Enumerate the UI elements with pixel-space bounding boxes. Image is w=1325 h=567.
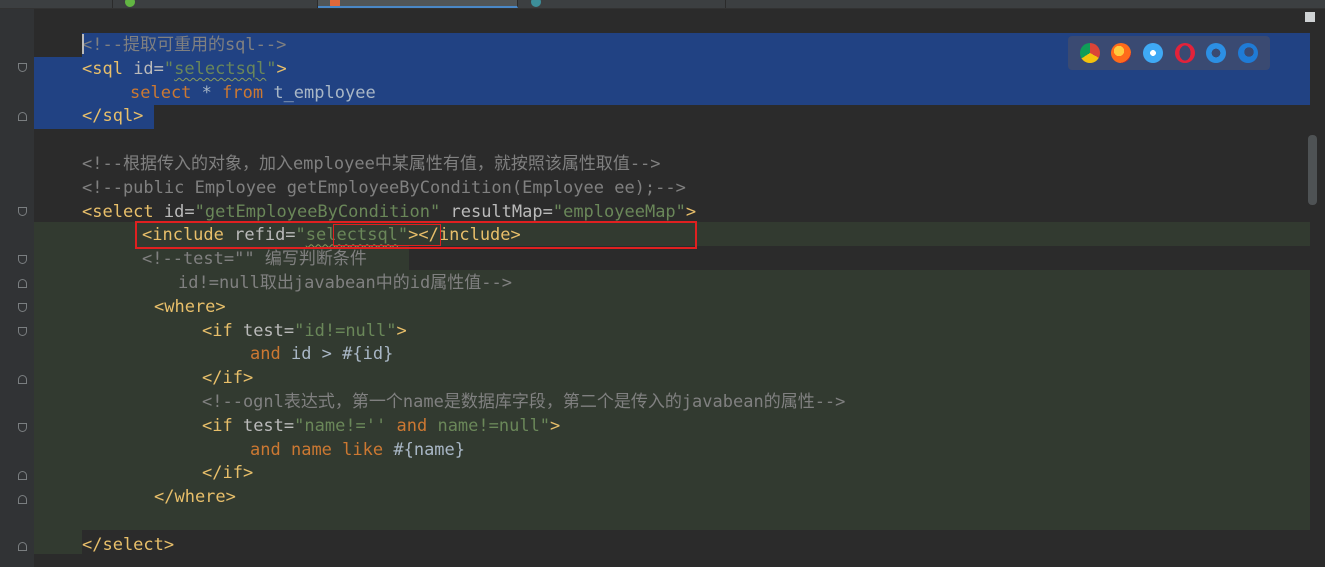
code-token: "employeeMap" (552, 201, 686, 222)
code-token: resultMap= (440, 201, 553, 222)
code-line[interactable]: <!--test="" 编写判断条件 (142, 247, 367, 271)
editor-tab-2[interactable] (113, 0, 318, 8)
code-token: <if (202, 320, 243, 341)
code-token: like (342, 439, 384, 460)
scrollbar-thumb[interactable] (1308, 135, 1317, 205)
code-token: " (266, 58, 277, 79)
code-line[interactable]: <sql id="selectsql"> (82, 57, 287, 81)
fold-marker-icon[interactable] (18, 495, 27, 504)
highlight-box-inner (333, 224, 441, 246)
code-line[interactable]: <select id="getEmployeeByCondition" resu… (82, 200, 696, 224)
code-token: "name!='' (294, 415, 397, 436)
safari-icon[interactable] (1143, 43, 1164, 63)
fold-marker-icon[interactable] (18, 542, 27, 551)
code-token: selectsql (174, 58, 267, 79)
code-line[interactable]: </where> (154, 485, 236, 509)
chrome-icon[interactable] (1079, 43, 1100, 63)
code-token: * (191, 82, 223, 103)
code-token: > (550, 415, 561, 436)
code-line[interactable]: <!--ognl表达式，第一个name是数据库字段，第二个是传入的javabea… (202, 390, 845, 414)
code-token: and (396, 415, 428, 436)
code-line[interactable]: <if test="id!=null"> (202, 319, 407, 343)
code-token: </sql> (82, 106, 144, 127)
fold-marker-icon[interactable] (18, 471, 27, 480)
firefox-icon[interactable] (1111, 43, 1132, 63)
code-token: " (163, 58, 175, 79)
code-token: > (276, 58, 287, 79)
code-line[interactable]: <if test="name!='' and name!=null"> (202, 414, 560, 438)
code-token: name!=null" (427, 415, 551, 436)
fold-marker-icon[interactable] (18, 423, 27, 432)
code-token: <!--test="" 编写判断条件 (142, 249, 367, 270)
fold-marker-icon[interactable] (18, 63, 27, 72)
code-token: and (250, 439, 281, 460)
code-line[interactable]: <!--提取可重用的sql--> (82, 33, 286, 57)
edge-icon[interactable] (1238, 43, 1259, 63)
code-token: > (396, 320, 407, 341)
code-token: <!--public Employee getEmployeeByConditi… (82, 177, 686, 198)
scope-highlight (34, 530, 82, 554)
xml-file-icon (330, 0, 340, 6)
code-token: and (250, 344, 281, 365)
fold-marker-icon[interactable] (18, 279, 27, 288)
fold-marker-icon[interactable] (18, 255, 27, 264)
editor-tab-4[interactable] (519, 0, 726, 8)
code-token: id= (163, 201, 195, 222)
code-token: "id!=null" (294, 320, 397, 341)
code-token: name (290, 439, 332, 460)
code-line[interactable]: </sql> (82, 104, 143, 128)
code-line[interactable]: </if> (202, 366, 253, 390)
code-token: <select (82, 201, 164, 222)
code-line[interactable]: <!--根据传入的对象，加入employee中某属性有值，就按照该属性取值--> (82, 152, 661, 176)
fold-marker-icon[interactable] (18, 303, 27, 312)
editor-tab-1[interactable] (0, 0, 113, 8)
fold-marker-icon[interactable] (18, 112, 27, 121)
code-line[interactable]: <!--public Employee getEmployeeByConditi… (82, 176, 686, 200)
code-token: </select> (82, 534, 175, 555)
code-token: from (222, 82, 264, 103)
file-icon (531, 0, 541, 7)
fold-marker-icon[interactable] (18, 207, 27, 216)
editor-gutter (0, 9, 34, 567)
code-line[interactable]: </if> (202, 461, 253, 485)
code-line[interactable]: </select> (82, 533, 174, 557)
fold-marker-icon[interactable] (18, 327, 27, 336)
fold-marker-icon[interactable] (18, 375, 27, 384)
code-token: #{name} (383, 439, 466, 460)
code-token: id= (133, 58, 164, 79)
code-line[interactable]: and name like #{name} (250, 438, 465, 462)
code-token: <where> (154, 296, 226, 317)
code-line[interactable]: select * from t_employee (130, 81, 376, 105)
code-token: test= (242, 320, 295, 341)
code-token: select (130, 82, 192, 103)
code-token: <!--根据传入的对象，加入employee中某属性有值，就按照该属性取值--> (82, 154, 661, 174)
text-caret (82, 34, 84, 54)
code-line[interactable]: and id > #{id} (250, 342, 393, 366)
code-line[interactable]: id!=null取出javabean中的id属性值--> (178, 271, 512, 295)
code-token: id!=null取出javabean中的id属性值--> (178, 273, 512, 293)
ie-icon[interactable] (1206, 43, 1227, 63)
code-token: <if (202, 415, 243, 436)
code-token: t_employee (263, 82, 376, 103)
inspection-status-icon[interactable] (1305, 12, 1315, 22)
vertical-scrollbar[interactable] (1310, 9, 1325, 567)
code-token: </where> (154, 487, 236, 508)
code-token: <sql (82, 58, 134, 79)
code-line[interactable]: <where> (154, 295, 226, 319)
code-token: </if> (202, 368, 254, 389)
opera-icon[interactable] (1174, 43, 1195, 63)
code-token: <!--提取可重用的sql--> (82, 35, 287, 55)
code-token: id > #{id} (280, 344, 394, 365)
code-token: "getEmployeeByCondition" (194, 201, 441, 222)
browser-preview-bar (1068, 36, 1270, 70)
file-icon (125, 0, 135, 7)
editor-tab-active[interactable] (318, 0, 518, 8)
code-token: > (685, 201, 697, 222)
code-token: test= (242, 415, 295, 436)
editor-tab-bar (0, 0, 1325, 9)
code-token: <!--ognl表达式，第一个name是数据库字段，第二个是传入的javabea… (202, 392, 846, 412)
code-token: </if> (202, 463, 254, 484)
